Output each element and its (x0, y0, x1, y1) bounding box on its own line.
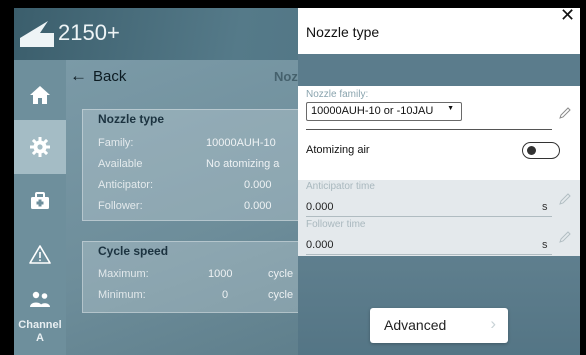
panel-header-band (298, 54, 580, 86)
pencil-icon (559, 231, 571, 243)
row-value: No atomizing a (206, 158, 280, 170)
app-screen: 2150+ S (14, 8, 580, 355)
advanced-button[interactable]: Advanced › (370, 308, 508, 343)
anticipator-time-unit: s (542, 201, 548, 213)
anticipator-time-value: 0.000 (306, 201, 334, 213)
logo-mark-icon (20, 21, 54, 47)
pencil-icon[interactable] (558, 106, 572, 120)
pencil-icon (559, 193, 571, 205)
toggle-knob (527, 146, 536, 155)
row-value: 0.000 (244, 179, 272, 191)
follower-time-field: Follower time 0.000 s (298, 218, 580, 258)
panel-title: Nozzle type (306, 24, 380, 40)
toolbox-icon (31, 192, 49, 209)
field-underline (306, 216, 552, 217)
atomizing-air-toggle[interactable] (522, 142, 560, 159)
warning-icon (29, 245, 51, 264)
window-frame: 2150+ S (0, 0, 586, 355)
follower-time-unit: s (542, 239, 548, 251)
info-row: Family: 10000AUH-10 (98, 137, 305, 155)
nozzle-type-panel: Nozzle type ✕ Nozzle family: 10000AUH-10… (298, 8, 580, 355)
row-value: 1000 (208, 268, 233, 280)
nozzle-family-section: Nozzle family: 10000AUH-10 or -10JAU ▼ (298, 86, 580, 130)
users-icon (30, 291, 50, 307)
card-title: Nozzle type (98, 112, 165, 126)
gear-icon (30, 137, 50, 157)
row-label: Maximum: (98, 268, 149, 280)
info-row: Available No atomizing a (98, 158, 305, 176)
row-label: Available (98, 158, 143, 170)
model-name: 2150+ (58, 20, 120, 45)
info-row: Follower: 0.000 (98, 200, 305, 218)
row-label: Anticipator: (98, 179, 154, 191)
home-icon (30, 86, 50, 104)
atomizing-air-label: Atomizing air (306, 144, 370, 156)
info-row: Minimum: 0 cycle (98, 289, 305, 307)
cycle-speed-card[interactable]: Cycle speed Maximum: 1000 cycle Minimum:… (82, 241, 304, 313)
follower-time-value: 0.000 (306, 239, 334, 251)
panel-footer: Advanced › (298, 256, 580, 355)
row-label: Family: (98, 137, 134, 149)
row-value: 0 (222, 289, 229, 301)
nozzle-type-card[interactable]: Nozzle type Family: 10000AUH-10 Availabl… (82, 109, 304, 221)
back-arrow-icon: ← (70, 66, 87, 85)
row-unit: cycle (268, 289, 294, 301)
chevron-right-icon: › (490, 314, 496, 333)
row-unit: cycle (268, 268, 294, 280)
info-row: Anticipator: 0.000 (98, 179, 305, 197)
row-label: Minimum: (98, 289, 146, 301)
atomizing-air-row: Atomizing air (298, 130, 580, 180)
row-value: 0.000 (244, 200, 272, 212)
brand-logo: 2150+ (18, 18, 120, 48)
row-value: 10000AUH-10 (206, 137, 276, 149)
channel-label[interactable]: Channel A (14, 319, 66, 345)
caret-down-icon: ▼ (447, 105, 454, 112)
nav-item-settings[interactable] (14, 120, 66, 174)
nozzle-settings-page: ← Back Noz Nozzle type Family: 10000AUH-… (66, 60, 304, 355)
info-row: Maximum: 1000 cycle (98, 268, 305, 286)
nav-item-users[interactable] (14, 272, 66, 326)
card-title: Cycle speed (98, 244, 169, 258)
nozzle-family-value: 10000AUH-10 or -10JAU (311, 105, 434, 117)
follower-time-label: Follower time (306, 219, 366, 230)
anticipator-time-field: Anticipator time 0.000 s (298, 180, 580, 220)
nozzle-family-select[interactable]: 10000AUH-10 or -10JAU ▼ (306, 102, 462, 121)
advanced-button-label: Advanced (384, 317, 447, 333)
nav-item-maintenance[interactable] (14, 174, 66, 228)
page-title: Noz (274, 69, 298, 84)
sidebar-nav: Channel A (14, 60, 66, 355)
nozzle-family-label: Nozzle family: (306, 89, 369, 100)
row-label: Follower: (98, 200, 143, 212)
nav-item-home[interactable] (14, 68, 66, 122)
field-underline (306, 254, 552, 255)
back-button[interactable]: ← Back (70, 66, 126, 86)
anticipator-time-label: Anticipator time (306, 181, 375, 192)
back-button-label: Back (93, 67, 127, 85)
close-button[interactable]: ✕ (560, 8, 575, 26)
